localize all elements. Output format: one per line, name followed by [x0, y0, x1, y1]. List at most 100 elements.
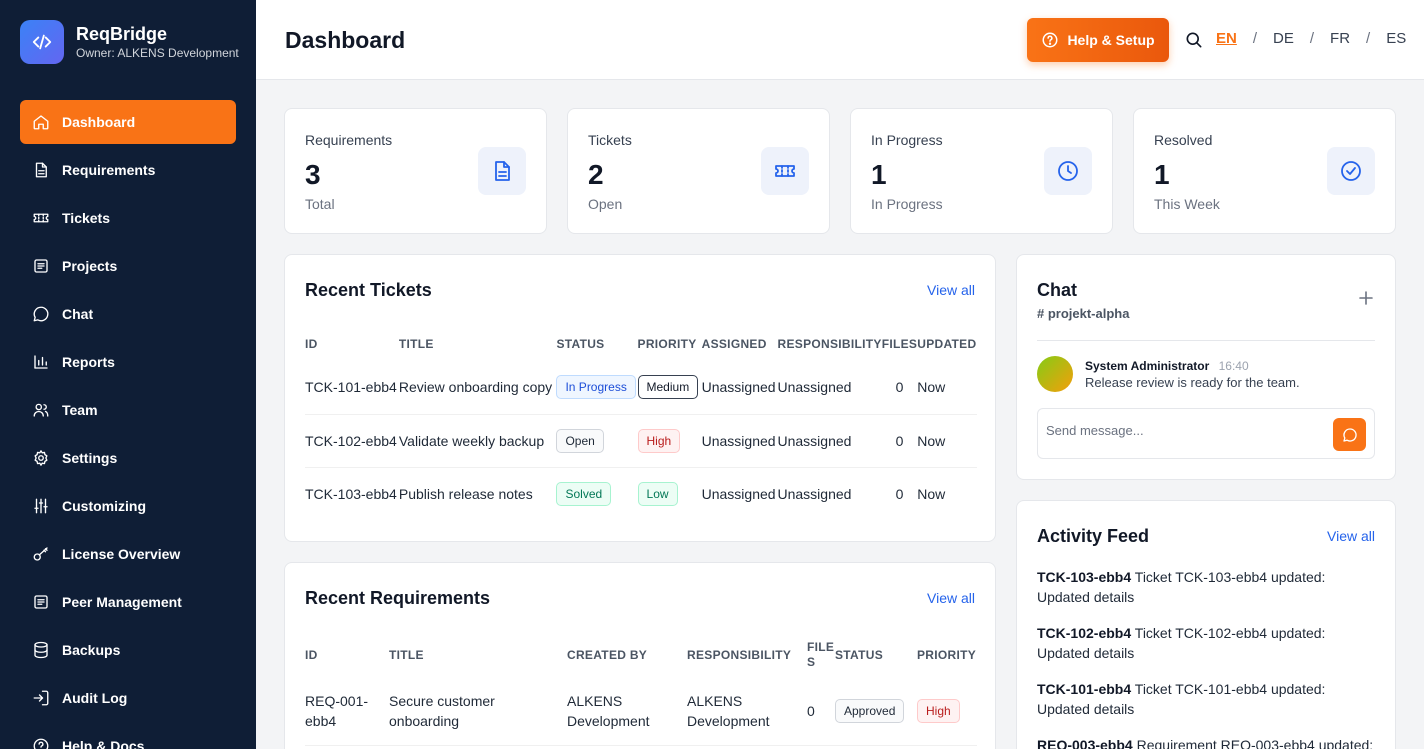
chat-bubble-icon [1342, 427, 1357, 442]
sidebar-item-license-overview[interactable]: License Overview [20, 532, 236, 576]
chat-card: Chat # projekt-alpha System Administrato… [1016, 254, 1396, 480]
table-row[interactable]: TCK-103-ebb4 Publish release notes Solved L… [305, 467, 977, 520]
activity-view-all-link[interactable]: View all [1327, 528, 1375, 544]
stat-label: Tickets [588, 132, 632, 148]
sidebar-item-label: Backups [62, 642, 121, 658]
status-badge: Solved [556, 481, 612, 506]
stat-value: 1 [871, 159, 887, 190]
chat-message-input[interactable] [1046, 423, 1316, 438]
cell-title: Secure customer onboarding [389, 692, 495, 729]
activity-item[interactable]: TCK-102-ebb4 Ticket TCK-102-ebb4 updated… [1037, 623, 1377, 663]
sidebar-item-projects[interactable]: Projects [20, 244, 236, 288]
sidebar-item-audit-log[interactable]: Audit Log [20, 676, 236, 720]
send-message-button[interactable] [1333, 418, 1366, 451]
cell-id: TCK-101-ebb4 [305, 379, 397, 396]
stat-card-tickets[interactable]: Tickets 2 Open [567, 108, 830, 234]
cell-title: Validate weekly backup [398, 432, 545, 449]
home-icon [32, 113, 62, 131]
chat-title: Chat [1037, 280, 1077, 300]
stat-value: 3 [305, 159, 321, 190]
recent-requirements-title: Recent Requirements [305, 588, 491, 608]
sidebar-item-backups[interactable]: Backups [20, 628, 236, 672]
activity-item[interactable]: TCK-101-ebb4 Ticket TCK-101-ebb4 updated… [1037, 679, 1377, 719]
requirements-view-all-link[interactable]: View all [927, 590, 975, 606]
language-de[interactable]: DE [1273, 30, 1294, 47]
ticket-icon [32, 209, 62, 227]
sidebar-item-label: Chat [62, 306, 94, 322]
sidebar-item-tickets[interactable]: Tickets [20, 196, 236, 240]
recent-requirements-card: Recent Requirements View all ID TITLE CREA… [284, 562, 996, 749]
cell-assigned: Unassigned [701, 485, 776, 502]
bar-chart-icon [32, 353, 62, 371]
language-en[interactable]: EN [1216, 30, 1237, 47]
document-icon [478, 147, 526, 195]
help-circle-icon [1042, 32, 1058, 48]
activity-text: Requirement REQ-003-ebb4 updated: [1136, 737, 1374, 749]
chat-channel[interactable]: # projekt-alpha [1037, 306, 1129, 321]
list-icon [32, 257, 62, 275]
sidebar-item-help-docs[interactable]: Help & Docs [20, 724, 236, 749]
login-icon [32, 689, 62, 707]
column-header: PRIORITY [917, 647, 977, 662]
search-icon[interactable] [1184, 30, 1204, 50]
sidebar-item-label: Reports [62, 354, 115, 370]
users-icon [32, 401, 62, 419]
sidebar-item-team[interactable]: Team [20, 388, 236, 432]
status-badge: Approved [835, 698, 905, 723]
cell-files: 0 [895, 485, 904, 502]
chat-input-box [1037, 408, 1375, 459]
table-row[interactable]: REQ-001-ebb4 Secure customer onboarding AL… [305, 677, 977, 745]
language-fr[interactable]: FR [1330, 30, 1350, 47]
sidebar-item-label: Projects [62, 258, 118, 274]
stat-card-resolved[interactable]: Resolved 1 This Week [1133, 108, 1396, 234]
priority-badge: High [637, 428, 681, 453]
priority-badge: High [917, 698, 960, 723]
document-icon [32, 161, 62, 179]
language-es[interactable]: ES [1386, 30, 1406, 47]
cell-id: TCK-103-ebb4 [305, 485, 397, 502]
recent-tickets-title: Recent Tickets [305, 280, 432, 300]
activity-item[interactable]: TCK-103-ebb4 Ticket TCK-103-ebb4 updated… [1037, 567, 1377, 607]
sidebar-item-reports[interactable]: Reports [20, 340, 236, 384]
recent-tickets-card: Recent Tickets View all ID TITLE STATUS PRI… [284, 254, 996, 542]
sidebar-item-label: License Overview [62, 546, 181, 562]
column-header: RESPONSIBILITY [777, 337, 882, 351]
stat-label: Requirements [305, 132, 393, 148]
ticket-icon [761, 147, 809, 195]
table-row[interactable]: TCK-102-ebb4 Validate weekly backup Open Hi… [305, 414, 977, 467]
stat-card-requirements[interactable]: Requirements 3 Total [284, 108, 547, 234]
sidebar-item-label: Settings [62, 450, 118, 466]
language-separator: / [1309, 30, 1315, 47]
key-icon [32, 545, 62, 563]
sidebar-item-dashboard[interactable]: Dashboard [20, 100, 236, 144]
cell-responsibility: Unassigned [777, 432, 852, 449]
sidebar-item-peer-management[interactable]: Peer Management [20, 580, 236, 624]
clock-icon [1044, 147, 1092, 195]
help-setup-button[interactable]: Help & Setup [1027, 18, 1169, 62]
activity-item[interactable]: REQ-003-ebb4 Requirement REQ-003-ebb4 up… [1037, 735, 1377, 749]
column-header: FILES [807, 640, 835, 669]
activity-ref: TCK-103-ebb4 [1037, 569, 1132, 585]
table-row[interactable]: TCK-101-ebb4 Review onboarding copy In Pro… [305, 361, 977, 414]
language-switcher: EN / DE / FR / ES [1216, 30, 1406, 47]
column-header: STATUS [556, 337, 605, 351]
brand[interactable]: ReqBridge Owner: ALKENS Development [20, 20, 239, 64]
sidebar-item-settings[interactable]: Settings [20, 436, 236, 480]
language-separator: / [1252, 30, 1258, 47]
column-header: FILES [881, 337, 918, 351]
tickets-view-all-link[interactable]: View all [927, 282, 975, 298]
sidebar-item-chat[interactable]: Chat [20, 292, 236, 336]
sidebar-item-customizing[interactable]: Customizing [20, 484, 236, 528]
column-header: STATUS [835, 647, 884, 662]
cell-created-by: ALKENS Development [567, 692, 650, 729]
help-circle-icon [32, 737, 62, 749]
list-icon [32, 593, 62, 611]
chat-bubble-icon [32, 305, 62, 323]
stat-card-in-progress[interactable]: In Progress 1 In Progress [850, 108, 1113, 234]
sidebar-item-requirements[interactable]: Requirements [20, 148, 236, 192]
help-setup-label: Help & Setup [1067, 32, 1155, 48]
stat-label: Resolved [1154, 132, 1213, 148]
column-header: ID [305, 647, 318, 662]
add-icon[interactable] [1359, 291, 1373, 305]
sidebar-item-label: Peer Management [62, 594, 182, 610]
